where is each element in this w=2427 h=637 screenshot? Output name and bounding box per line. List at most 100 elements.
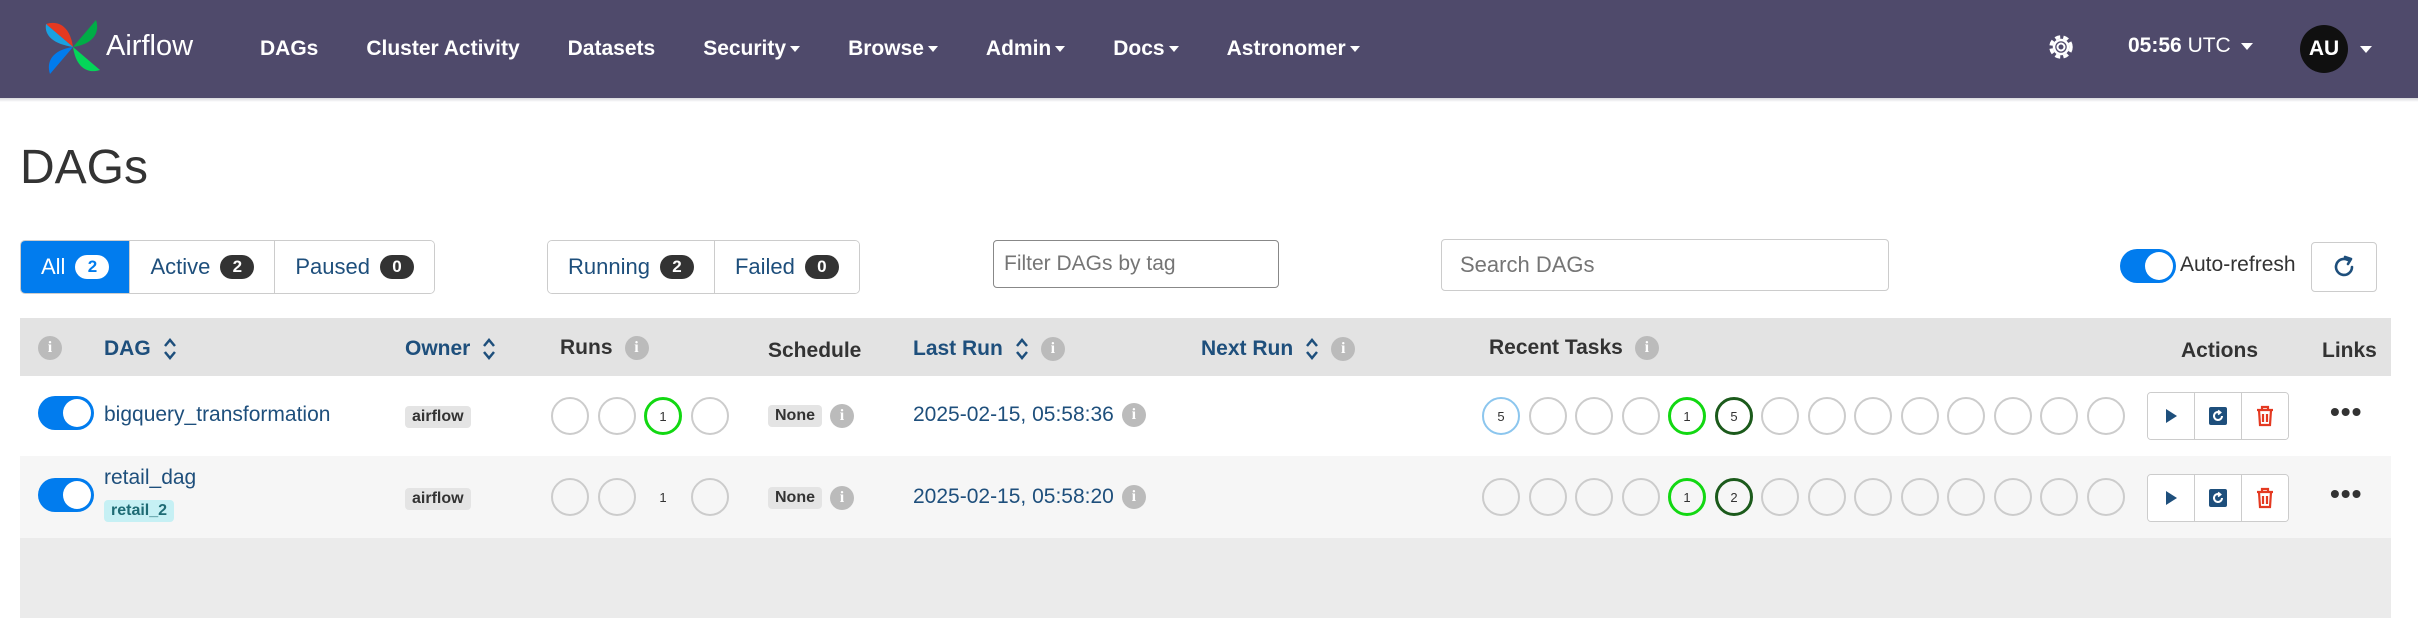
- caret-down-icon: [1349, 46, 1360, 53]
- task-state-circle[interactable]: 5: [1482, 397, 1520, 435]
- refresh-button[interactable]: [2311, 242, 2377, 292]
- header-owner[interactable]: Owner: [405, 336, 496, 362]
- run-state-circle[interactable]: [598, 478, 636, 516]
- task-state-circle[interactable]: [1529, 478, 1567, 516]
- run-state-circle-running[interactable]: 1: [644, 397, 682, 435]
- task-state-circle[interactable]: [1761, 478, 1799, 516]
- brand-name[interactable]: Airflow: [106, 30, 193, 63]
- dag-link[interactable]: bigquery_transformation: [104, 403, 330, 427]
- task-state-circle[interactable]: [1854, 397, 1892, 435]
- delete-dag-button[interactable]: [2242, 475, 2288, 521]
- dag-pause-toggle[interactable]: [38, 396, 94, 430]
- info-icon[interactable]: i: [830, 404, 854, 428]
- nav-astronomer[interactable]: Astronomer: [1227, 37, 1360, 61]
- info-icon[interactable]: i: [624, 336, 649, 360]
- nav-datasets[interactable]: Datasets: [568, 37, 656, 61]
- sort-icon: [483, 338, 496, 360]
- nav-dags[interactable]: DAGs: [260, 37, 318, 61]
- auto-refresh-toggle[interactable]: [2120, 249, 2176, 283]
- filter-all-button[interactable]: All 2: [21, 241, 131, 293]
- search-dags-input[interactable]: [1441, 239, 1889, 291]
- info-icon[interactable]: i: [830, 486, 854, 510]
- dag-pause-toggle[interactable]: [38, 478, 94, 512]
- task-state-circle[interactable]: [2087, 478, 2125, 516]
- runs-cell: [20, 376, 21, 377]
- task-state-circle[interactable]: [1994, 397, 2032, 435]
- trigger-dag-button[interactable]: [2148, 393, 2195, 439]
- page-title: DAGs: [20, 141, 149, 194]
- more-links-icon[interactable]: •••: [2330, 478, 2362, 510]
- task-state-circle-success[interactable]: 2: [1715, 478, 1753, 516]
- gear-icon[interactable]: [2044, 30, 2078, 64]
- header-next-run[interactable]: Next Run i: [1201, 336, 1356, 362]
- filter-failed-button[interactable]: Failed 0: [714, 241, 859, 293]
- dag-tag-chip[interactable]: retail_2: [104, 500, 175, 522]
- user-avatar[interactable]: AU: [2300, 25, 2348, 73]
- dag-link[interactable]: retail_dag: [104, 466, 196, 490]
- last-run-link[interactable]: 2025-02-15, 05:58:36 i: [913, 403, 1146, 427]
- task-state-circle[interactable]: [1947, 397, 1985, 435]
- task-state-circle[interactable]: [1622, 397, 1660, 435]
- header-dag[interactable]: DAG: [104, 336, 177, 362]
- task-state-circle[interactable]: [1947, 478, 1985, 516]
- sort-icon: [1306, 338, 1319, 360]
- task-state-circle[interactable]: [1901, 478, 1939, 516]
- task-state-circle[interactable]: [1622, 478, 1660, 516]
- info-icon[interactable]: i: [38, 336, 62, 360]
- nav-browse[interactable]: Browse: [848, 37, 938, 61]
- task-state-circle[interactable]: [1575, 478, 1613, 516]
- info-icon[interactable]: i: [1331, 337, 1356, 361]
- task-state-circle[interactable]: [1482, 478, 1520, 516]
- clock-timezone: UTC: [2187, 34, 2231, 57]
- task-state-circle-running[interactable]: 1: [1668, 478, 1706, 516]
- run-state-circle[interactable]: [551, 397, 589, 435]
- count-badge: 2: [220, 255, 255, 279]
- run-state-circle[interactable]: [691, 397, 729, 435]
- run-state-circle[interactable]: [691, 478, 729, 516]
- airflow-logo[interactable]: [40, 14, 106, 80]
- trigger-dag-button[interactable]: [2148, 475, 2195, 521]
- task-state-circle[interactable]: [1575, 397, 1613, 435]
- run-state-circle[interactable]: [551, 478, 589, 516]
- caret-down-icon: [1168, 46, 1179, 53]
- nav-admin[interactable]: Admin: [986, 37, 1066, 61]
- task-state-circle[interactable]: [1808, 397, 1846, 435]
- task-state-circle[interactable]: [2087, 397, 2125, 435]
- run-state-circle[interactable]: [598, 397, 636, 435]
- last-run-link[interactable]: 2025-02-15, 05:58:20 i: [913, 485, 1146, 509]
- dags-table: i DAG Owner Runs i Schedule Last Run i Ne…: [20, 318, 2391, 618]
- delete-dag-button[interactable]: [2242, 393, 2288, 439]
- task-state-circle[interactable]: [1529, 397, 1567, 435]
- clock-dropdown[interactable]: 05:56 UTC: [2128, 34, 2253, 58]
- task-state-circle[interactable]: [1901, 397, 1939, 435]
- task-state-circle[interactable]: [1994, 478, 2032, 516]
- header-last-run[interactable]: Last Run i: [913, 336, 1065, 362]
- more-links-icon[interactable]: •••: [2330, 396, 2362, 428]
- filter-running-button[interactable]: Running 2: [548, 241, 715, 293]
- nav-security[interactable]: Security: [703, 37, 801, 61]
- task-state-circle[interactable]: [2040, 397, 2078, 435]
- user-menu-caret-icon[interactable]: [2360, 46, 2372, 53]
- task-state-circle[interactable]: [1761, 397, 1799, 435]
- filter-paused-button[interactable]: Paused 0: [275, 241, 434, 293]
- reparse-dag-button[interactable]: [2195, 393, 2242, 439]
- caret-down-icon: [790, 46, 801, 53]
- reparse-dag-button[interactable]: [2195, 475, 2242, 521]
- owner-chip[interactable]: airflow: [405, 406, 471, 428]
- info-icon[interactable]: i: [1121, 485, 1146, 509]
- task-state-circle-success[interactable]: 5: [1715, 397, 1753, 435]
- nav-cluster-activity[interactable]: Cluster Activity: [366, 37, 519, 61]
- task-state-circle[interactable]: [1854, 478, 1892, 516]
- info-icon[interactable]: i: [1040, 337, 1065, 361]
- nav-docs[interactable]: Docs: [1113, 37, 1179, 61]
- info-icon[interactable]: i: [1121, 403, 1146, 427]
- run-count[interactable]: 1: [644, 478, 682, 516]
- trash-icon: [2257, 487, 2273, 509]
- task-state-circle-running[interactable]: 1: [1668, 397, 1706, 435]
- task-state-circle[interactable]: [2040, 478, 2078, 516]
- task-state-circle[interactable]: [1808, 478, 1846, 516]
- tag-filter-input[interactable]: [993, 240, 1279, 288]
- info-icon[interactable]: i: [1634, 336, 1659, 360]
- filter-active-button[interactable]: Active 2: [130, 241, 276, 293]
- owner-chip[interactable]: airflow: [405, 488, 471, 510]
